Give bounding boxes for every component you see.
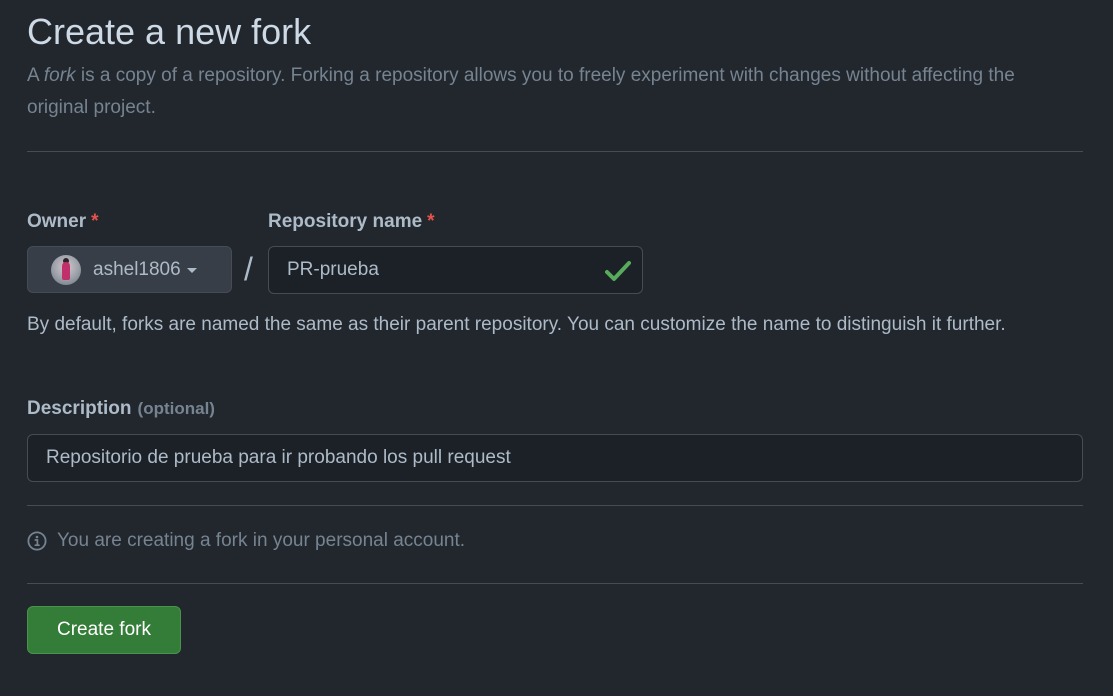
subtitle-fork-term: fork [43, 65, 76, 86]
description-input[interactable] [27, 434, 1083, 482]
description-label-text: Description [27, 398, 132, 419]
description-divider [27, 505, 1083, 506]
info-icon [27, 531, 47, 551]
description-label: Description (optional) [27, 397, 215, 421]
owner-label-text: Owner [27, 211, 87, 232]
personal-account-notice: You are creating a fork in your personal… [27, 530, 465, 552]
description-optional-marker: (optional) [137, 399, 215, 418]
triangle-down-icon [186, 268, 197, 273]
owner-username: ashel1806 [93, 258, 181, 280]
owner-required-marker: * [91, 211, 99, 232]
owner-label: Owner * [27, 210, 99, 234]
create-fork-button[interactable]: Create fork [27, 606, 181, 654]
subtitle-rest: is a copy of a repository. Forking a rep… [27, 65, 1015, 118]
repository-name-label-text: Repository name [268, 211, 423, 232]
page-title: Create a new fork [27, 11, 312, 52]
page-subtitle: A fork is a copy of a repository. Forkin… [27, 60, 1057, 124]
subtitle-prefix: A [27, 65, 44, 86]
owner-repo-separator: / [244, 251, 253, 287]
notice-text: You are creating a fork in your personal… [57, 530, 466, 551]
avatar-figure [62, 261, 70, 280]
avatar [51, 254, 81, 285]
header-divider [27, 151, 1083, 152]
owner-select-button[interactable]: ashel1806 [27, 246, 232, 293]
actions-divider [27, 583, 1083, 584]
repository-required-marker: * [427, 211, 435, 232]
repository-name-label: Repository name * [268, 210, 435, 234]
repository-name-input[interactable] [268, 246, 643, 294]
repository-name-help-text: By default, forks are named the same as … [27, 314, 1006, 335]
check-icon [605, 261, 631, 281]
create-fork-page: Create a new fork A fork is a copy of a … [0, 0, 1113, 696]
